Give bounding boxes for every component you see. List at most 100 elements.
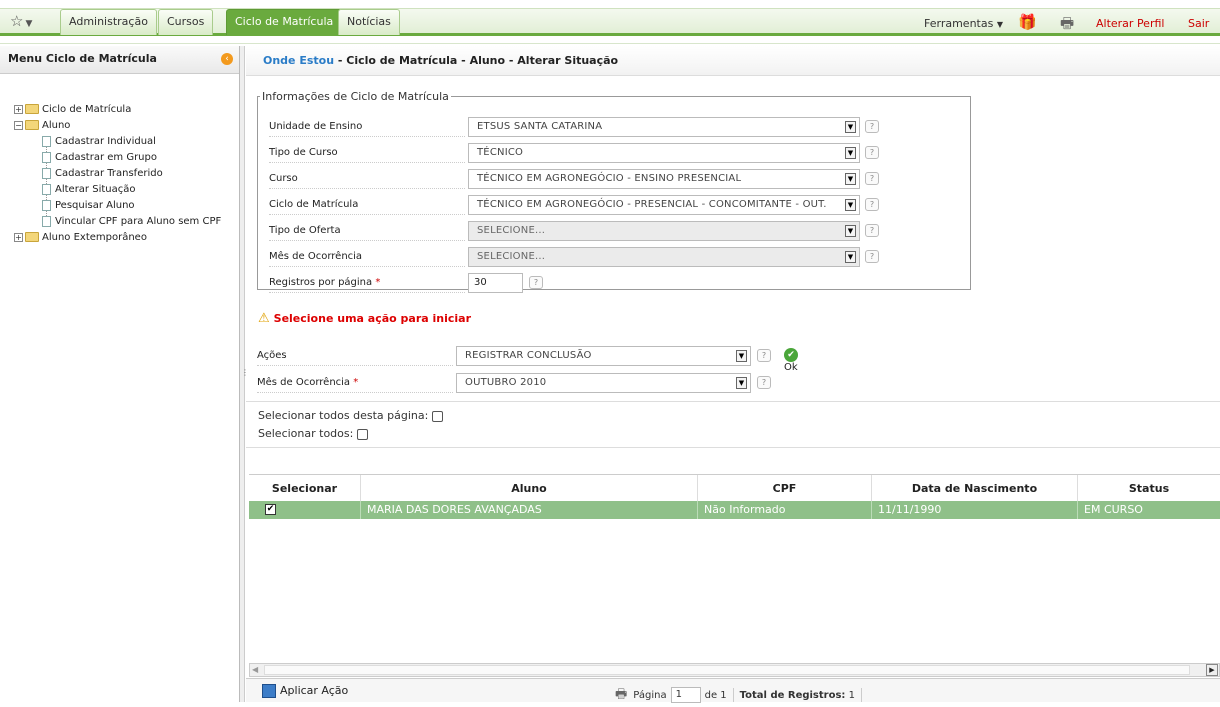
acoes-select[interactable]: REGISTRAR CONCLUSÃO ▼ bbox=[456, 346, 751, 366]
tree-item-cadastrar-transferido[interactable]: Cadastrar Transferido bbox=[14, 166, 221, 182]
column-header[interactable]: Data de Nascimento bbox=[872, 475, 1078, 502]
select-page-label: Selecionar todos desta página: bbox=[258, 409, 429, 422]
collapse-icon[interactable]: − bbox=[14, 120, 23, 130]
breadcrumb-here[interactable]: Onde Estou bbox=[263, 54, 334, 67]
tree-item-pesquisar-aluno[interactable]: Pesquisar Aluno bbox=[14, 198, 221, 214]
field-label: Mês de Ocorrência bbox=[269, 251, 465, 267]
tipo-oferta-select[interactable]: SELECIONE... ▼ bbox=[468, 221, 860, 241]
page-count: de 1 bbox=[704, 690, 727, 701]
select-all-row: Selecionar todos: bbox=[258, 427, 369, 440]
row-checkbox[interactable]: ✔ bbox=[265, 504, 276, 515]
page-input[interactable]: 1 bbox=[670, 687, 701, 703]
help-icon[interactable]: ? bbox=[757, 376, 771, 389]
tree-item-label: Cadastrar Transferido bbox=[55, 168, 163, 179]
breadcrumb-path: - Ciclo de Matrícula - Aluno - Alterar S… bbox=[334, 54, 619, 67]
help-icon[interactable]: ? bbox=[757, 349, 771, 362]
alterar-perfil-link[interactable]: Alterar Perfil bbox=[1096, 17, 1164, 30]
favorites-menu[interactable]: ☆ ▼ bbox=[10, 12, 32, 30]
select-value: TÉCNICO bbox=[477, 147, 524, 158]
divider bbox=[246, 401, 1220, 402]
page-icon bbox=[42, 151, 51, 163]
scroll-left-icon[interactable]: ◀ bbox=[252, 665, 258, 674]
table-row[interactable]: ✔ MARIA DAS DORES AVANÇADAS Não Informad… bbox=[249, 501, 1220, 519]
check-icon: ✔ bbox=[784, 348, 798, 362]
field-label: Unidade de Ensino bbox=[269, 121, 465, 137]
sair-link[interactable]: Sair bbox=[1188, 17, 1209, 30]
select-page-checkbox[interactable] bbox=[432, 410, 444, 422]
help-icon[interactable]: ? bbox=[865, 146, 879, 159]
ferramentas-menu[interactable]: Ferramentas ▼ bbox=[924, 17, 1003, 30]
ok-button[interactable]: ✔Ok bbox=[784, 348, 801, 373]
sidebar-splitter[interactable]: ⋮ bbox=[240, 46, 249, 702]
folder-open-icon bbox=[25, 120, 39, 130]
tree-item-alterar-situacao[interactable]: Alterar Situação bbox=[14, 182, 221, 198]
horizontal-scrollbar[interactable]: ◀ ▶ bbox=[249, 663, 1220, 677]
tree-item-label: Ciclo de Matrícula bbox=[42, 104, 132, 115]
tab-ciclo-de-matricula[interactable]: Ciclo de Matrícula bbox=[226, 9, 343, 35]
select-value: TÉCNICO EM AGRONEGÓCIO - ENSINO PRESENCI… bbox=[477, 173, 742, 184]
cpf-cell: Não Informado bbox=[698, 501, 872, 519]
tab-administracao[interactable]: Administração bbox=[60, 9, 157, 35]
tree-item-label: Vincular CPF para Aluno sem CPF bbox=[55, 216, 222, 227]
select-page-row: Selecionar todos desta página: bbox=[258, 409, 444, 422]
mes-ocorrencia-select[interactable]: OUTUBRO 2010 ▼ bbox=[456, 373, 751, 393]
footer-bar: Aplicar Ação 🖶 Página 1 de 1 Total de Regist… bbox=[246, 678, 1220, 703]
star-icon: ☆ bbox=[10, 12, 24, 30]
gift-icon[interactable]: 🎁 bbox=[1018, 13, 1037, 31]
collapse-sidebar-icon[interactable]: ‹ bbox=[221, 53, 233, 65]
column-header[interactable]: Aluno bbox=[361, 475, 698, 502]
help-icon[interactable]: ? bbox=[865, 198, 879, 211]
main-content: Onde Estou - Ciclo de Matrícula - Aluno … bbox=[246, 46, 1220, 703]
field-label: Tipo de Oferta bbox=[269, 225, 465, 241]
help-icon[interactable]: ? bbox=[865, 224, 879, 237]
print-icon[interactable]: 🖶 bbox=[1060, 13, 1074, 38]
expand-icon[interactable]: + bbox=[14, 232, 23, 242]
tab-cursos[interactable]: Cursos bbox=[158, 9, 214, 35]
tree-item-cadastrar-em-grupo[interactable]: Cadastrar em Grupo bbox=[14, 150, 221, 166]
info-legend: Informações de Ciclo de Matrícula bbox=[262, 90, 449, 103]
aplicar-acao-button[interactable]: Aplicar Ação bbox=[262, 684, 348, 698]
sidebar-title: Menu Ciclo de Matrícula bbox=[0, 46, 239, 74]
tree-item-ciclo-de-matricula[interactable]: + Ciclo de Matrícula bbox=[14, 102, 221, 118]
dropdown-arrow-icon: ▼ bbox=[845, 225, 856, 237]
print-icon[interactable]: 🖶 bbox=[615, 687, 627, 702]
unidade-select[interactable]: ETSUS SANTA CATARINA ▼ bbox=[468, 117, 860, 137]
folder-icon bbox=[25, 104, 39, 114]
tree-item-aluno-extemporaneo[interactable]: + Aluno Extemporâneo bbox=[14, 230, 221, 246]
dropdown-arrow-icon: ▼ bbox=[845, 147, 856, 159]
select-all-checkbox[interactable] bbox=[357, 428, 369, 440]
help-icon[interactable]: ? bbox=[865, 120, 879, 133]
tree-item-cadastrar-individual[interactable]: Cadastrar Individual bbox=[14, 134, 221, 150]
select-value: ETSUS SANTA CATARINA bbox=[477, 121, 603, 132]
help-icon[interactable]: ? bbox=[865, 250, 879, 263]
top-navigation: ☆ ▼ Administração Cursos Ciclo de Matrícu… bbox=[0, 0, 1220, 44]
tree-item-vincular-cpf[interactable]: Vincular CPF para Aluno sem CPF bbox=[14, 214, 221, 230]
help-icon[interactable]: ? bbox=[865, 172, 879, 185]
tree-item-aluno[interactable]: − Aluno bbox=[14, 118, 221, 134]
scroll-right-icon[interactable]: ▶ bbox=[1206, 664, 1218, 676]
warning-message: ⚠ Selecione uma ação para iniciar bbox=[258, 311, 472, 326]
column-header[interactable]: CPF bbox=[698, 475, 872, 502]
column-header[interactable]: Selecionar bbox=[249, 475, 361, 502]
page-icon bbox=[42, 215, 51, 227]
expand-icon[interactable]: + bbox=[14, 104, 23, 114]
registros-input[interactable]: 30 bbox=[468, 273, 523, 293]
curso-select[interactable]: TÉCNICO EM AGRONEGÓCIO - ENSINO PRESENCI… bbox=[468, 169, 860, 189]
tree-item-label: Aluno Extemporâneo bbox=[42, 232, 147, 243]
pagina-label: Página bbox=[633, 690, 667, 701]
tree-item-label: Cadastrar Individual bbox=[55, 136, 156, 147]
tipo-curso-select[interactable]: TÉCNICO ▼ bbox=[468, 143, 860, 163]
select-value: SELECIONE... bbox=[477, 251, 546, 262]
ciclo-select[interactable]: TÉCNICO EM AGRONEGÓCIO - PRESENCIAL - CO… bbox=[468, 195, 860, 215]
total-value: 1 bbox=[848, 690, 855, 701]
folder-icon bbox=[25, 232, 39, 242]
breadcrumb: Onde Estou - Ciclo de Matrícula - Aluno … bbox=[246, 46, 1220, 76]
dropdown-arrow-icon: ▼ bbox=[736, 350, 747, 362]
tab-noticias[interactable]: Notícias bbox=[338, 9, 400, 35]
column-header[interactable]: Status bbox=[1078, 475, 1220, 502]
scroll-thumb[interactable] bbox=[264, 665, 1190, 675]
tree-item-label: Alterar Situação bbox=[55, 184, 136, 195]
mes-ocorrencia-filter-select[interactable]: SELECIONE... ▼ bbox=[468, 247, 860, 267]
help-icon[interactable]: ? bbox=[529, 276, 543, 289]
tree-item-label: Aluno bbox=[42, 120, 71, 131]
